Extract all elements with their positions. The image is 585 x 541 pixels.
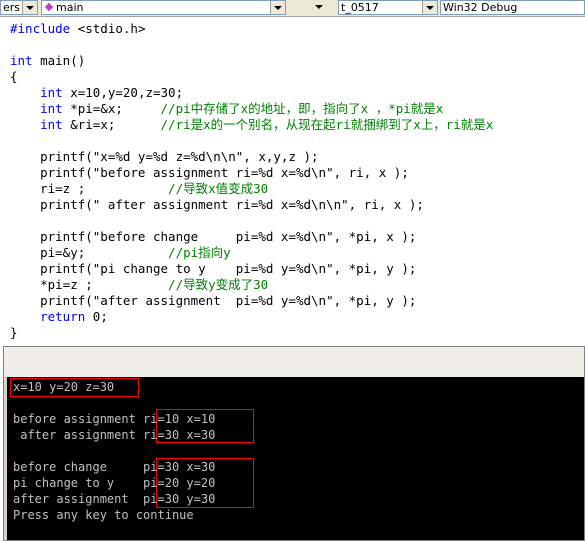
code-line: printf("x=%d y=%d z=%d\n\n", x,y,z ); xyxy=(10,149,493,165)
code-text: printf("x=%d y=%d z=%d\n\n", x,y,z ); xyxy=(10,149,319,164)
code-comment: //导致x值变成30 xyxy=(168,181,269,196)
code-keyword: int xyxy=(40,117,71,132)
code-line: { xyxy=(10,69,493,85)
function-combo[interactable]: main xyxy=(41,0,286,15)
console-output: x=10 y=20 z=30 before assignment ri=10 x=… xyxy=(7,377,584,540)
code-line: ri=z ; //导致x值变成30 xyxy=(10,181,493,197)
code-editor[interactable]: #include <stdio.h> int main(){ int x=10,y… xyxy=(0,17,585,342)
code-keyword: int xyxy=(40,101,71,116)
code-text: main() xyxy=(40,53,86,68)
code-comment: //pi中存储了x的地址，即，指向了x ，*pi就是x xyxy=(160,101,444,116)
code-text: &ri=x; xyxy=(70,117,161,132)
class-combo[interactable]: ers xyxy=(0,0,38,15)
code-line: int *pi=&x; //pi中存储了x的地址，即，指向了x ，*pi就是x xyxy=(10,101,493,117)
console-line: after assignment pi=30 y=30 xyxy=(13,492,216,506)
code-text: 0; xyxy=(92,309,108,324)
chevron-down-icon[interactable] xyxy=(422,1,437,14)
function-combo-value: main xyxy=(56,1,84,14)
code-text: *pi=&x; xyxy=(70,101,161,116)
code-comment: //ri是x的一个别名，从现在起ri就捆绑到了x上，ri就是x xyxy=(160,117,494,132)
code-text: <stdio.h> xyxy=(77,21,146,36)
code-keyword: #include xyxy=(10,21,78,36)
code-text: printf(" after assignment ri=%d x=%d\n\n… xyxy=(10,197,424,212)
code-line: printf("pi change to y pi=%d y=%d\n", *p… xyxy=(10,261,493,277)
console-line: before assignment ri=10 x=10 xyxy=(13,412,216,426)
code-text: pi=&y; xyxy=(10,245,169,260)
class-combo-value: ers xyxy=(3,1,21,14)
console-line: x=10 y=20 z=30 xyxy=(13,380,115,394)
console-line: after assignment ri=30 x=30 xyxy=(13,428,216,442)
code-line: #include <stdio.h> xyxy=(10,21,493,37)
code-keyword: int xyxy=(40,85,71,100)
code-keyword: int xyxy=(10,53,41,68)
chevron-down-icon[interactable] xyxy=(270,1,285,14)
function-icon xyxy=(44,2,54,12)
dropdown-arrow-icon[interactable] xyxy=(312,0,326,15)
code-text: } xyxy=(10,325,18,340)
project-combo[interactable]: t_0517 xyxy=(338,0,438,15)
project-combo-value: t_0517 xyxy=(341,1,379,14)
code-text: printf("before assignment ri=%d x=%d\n",… xyxy=(10,165,409,180)
code-comment: //pi指向y xyxy=(168,245,231,260)
code-line: } xyxy=(10,325,493,341)
console-line: Press any key to continue xyxy=(13,508,194,522)
code-text: printf("after assignment pi=%d y=%d\n", … xyxy=(10,293,417,308)
config-combo[interactable]: Win32 Debug xyxy=(440,0,585,15)
chevron-down-icon[interactable] xyxy=(22,1,37,14)
code-line: printf(" after assignment ri=%d x=%d\n\n… xyxy=(10,197,493,213)
code-line: printf("before change pi=%d x=%d\n", *pi… xyxy=(10,229,493,245)
config-combo-value: Win32 Debug xyxy=(443,1,518,14)
code-line: printf("after assignment pi=%d y=%d\n", … xyxy=(10,293,493,309)
code-text: { xyxy=(10,69,18,84)
console-window[interactable]: x=10 y=20 z=30 before assignment ri=10 x=… xyxy=(3,346,585,541)
code-text: printf("pi change to y pi=%d y=%d\n", *p… xyxy=(10,261,417,276)
code-text: x=10,y=20,z=30; xyxy=(70,85,184,100)
console-line: before change pi=30 x=30 xyxy=(13,460,216,474)
code-text: *pi=z ; xyxy=(10,277,169,292)
code-line: *pi=z ; //导致y变成了30 xyxy=(10,277,493,293)
code-text: printf("before change pi=%d x=%d\n", *pi… xyxy=(10,229,417,244)
console-title-bar[interactable] xyxy=(4,347,584,377)
code-keyword: return xyxy=(40,309,93,324)
code-line: pi=&y; //pi指向y xyxy=(10,245,493,261)
code-line: int x=10,y=20,z=30; xyxy=(10,85,493,101)
code-text: ri=z ; xyxy=(10,181,169,196)
code-line: int &ri=x; //ri是x的一个别名，从现在起ri就捆绑到了x上，ri就… xyxy=(10,117,493,133)
code-line: printf("before assignment ri=%d x=%d\n",… xyxy=(10,165,493,181)
code-comment: //导致y变成了30 xyxy=(168,277,269,292)
code-line: return 0; xyxy=(10,309,493,325)
toolbar: ers main t_0517 Win32 Debug xyxy=(0,0,585,17)
console-line: pi change to y pi=20 y=20 xyxy=(13,476,216,490)
source-code[interactable]: #include <stdio.h> int main(){ int x=10,y… xyxy=(10,21,493,341)
code-line: int main() xyxy=(10,53,493,69)
